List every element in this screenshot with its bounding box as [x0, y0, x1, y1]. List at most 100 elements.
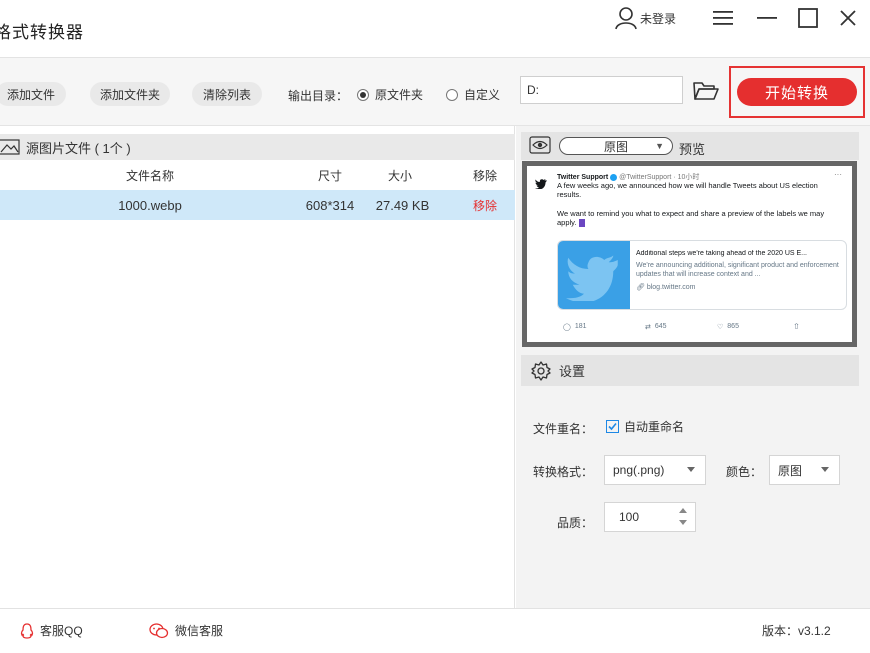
reply-icon: ◯ — [563, 324, 571, 331]
chevron-down-icon: ▼ — [655, 141, 664, 151]
stepper-up-icon[interactable] — [679, 508, 687, 513]
gear-icon — [531, 360, 551, 381]
tweet-author: Twitter Support — [557, 174, 609, 181]
tweet-text-2: We want to remind you what to expect and… — [557, 209, 825, 227]
color-select[interactable]: 原图 — [769, 455, 840, 485]
card-title: Additional steps we're taking ahead of t… — [636, 250, 808, 257]
eye-icon — [529, 136, 551, 154]
add-folder-button[interactable]: 添加文件夹 — [90, 82, 170, 106]
start-convert-button[interactable]: 开始转换 — [737, 78, 857, 106]
output-path-input[interactable] — [520, 76, 683, 104]
tweet-link-card: Additional steps we're taking ahead of t… — [557, 240, 847, 310]
menu-button[interactable] — [710, 6, 736, 30]
retweet-icon: ⇄ — [645, 324, 651, 331]
auto-rename-checkbox[interactable]: 自动重命名 — [606, 418, 684, 435]
close-button[interactable] — [835, 6, 861, 30]
menu-icon — [713, 11, 733, 25]
qq-icon — [20, 622, 34, 639]
settings-title: 设置 — [559, 364, 586, 379]
minimize-icon — [757, 17, 777, 19]
column-header-remove: 移除 — [472, 168, 497, 183]
user-icon — [615, 7, 637, 30]
file-dimensions-cell: 608*314 — [305, 197, 355, 213]
share-icon: ⇧ — [793, 322, 800, 331]
card-thumbnail — [558, 241, 630, 309]
wechat-support-label: 微信客服 — [175, 624, 224, 638]
file-name-cell: 1000.webp — [118, 197, 182, 213]
output-dir-label: 输出目录： — [288, 89, 349, 103]
quality-input[interactable] — [619, 510, 669, 524]
qq-support-link[interactable]: 客服QQ — [20, 622, 83, 639]
file-panel-header: 源图片文件 ( 1个 ) — [0, 134, 515, 160]
column-header-size[interactable]: 大小 — [370, 160, 430, 190]
format-label: 转换格式： — [533, 465, 594, 479]
table-row[interactable]: 1000.webp 608*314 27.49 KB 移除 — [0, 190, 515, 220]
color-label: 颜色： — [726, 465, 763, 479]
footer: 客服QQ 微信客服 版本：v3.1.2 — [0, 608, 870, 653]
maximize-button[interactable] — [795, 6, 821, 30]
format-select[interactable]: png(.png) — [604, 455, 706, 485]
folder-icon — [693, 82, 719, 100]
reply-count: 181 — [574, 323, 587, 330]
quality-label: 品质： — [557, 516, 594, 530]
file-size-cell: 27.49 KB — [375, 197, 430, 213]
image-icon — [0, 139, 20, 155]
verified-badge-icon — [610, 173, 618, 181]
radio-checked-indicator — [357, 88, 369, 101]
chevron-down-icon — [821, 467, 829, 472]
tweet-preview: Twitter Support @TwitterSupport · 10小时 ·… — [527, 166, 852, 342]
settings-header: 设置 — [521, 355, 859, 386]
chevron-down-icon — [687, 467, 695, 472]
file-list-panel: 源图片文件 ( 1个 ) 文件名称 尺寸 大小 移除 1000.webp 608… — [0, 126, 515, 608]
preview-label: 预览 — [679, 142, 706, 157]
stepper-down-icon[interactable] — [679, 520, 687, 525]
preview-image: Twitter Support @TwitterSupport · 10小时 ·… — [522, 161, 857, 347]
preview-header: 原图 ▼ 预览 — [521, 132, 859, 160]
quality-stepper[interactable] — [604, 502, 696, 532]
maximize-icon — [798, 8, 818, 28]
file-panel-title: 源图片文件 ( 1个 ) — [26, 140, 131, 156]
more-dots-icon: ··· — [834, 170, 842, 179]
radio-original-folder-label: 原文件夹 — [375, 88, 424, 102]
twitter-bird-icon — [535, 179, 547, 189]
minimize-button[interactable] — [754, 6, 780, 30]
wechat-support-link[interactable]: 微信客服 — [149, 622, 223, 639]
link-icon: 🔗︎ — [636, 284, 645, 291]
start-button-highlight: 开始转换 — [729, 66, 865, 118]
rename-label: 文件重名： — [533, 422, 594, 436]
qq-support-label: 客服QQ — [40, 624, 83, 638]
tweet-text-1: A few weeks ago, we announced how we wil… — [557, 181, 818, 199]
heart-icon: ♡ — [717, 324, 724, 331]
radio-custom-label: 自定义 — [464, 88, 501, 102]
login-status-label: 未登录 — [640, 11, 677, 26]
format-value: png(.png) — [613, 463, 665, 477]
add-file-button[interactable]: 添加文件 — [0, 82, 66, 106]
close-icon — [840, 10, 856, 26]
like-count: 865 — [727, 323, 739, 330]
auto-rename-label: 自动重命名 — [624, 420, 685, 434]
clear-list-button[interactable]: 清除列表 — [192, 82, 262, 106]
radio-custom[interactable]: 自定义 — [446, 86, 500, 103]
column-header-name[interactable]: 文件名称 — [30, 160, 270, 190]
card-link: blog.twitter.com — [646, 284, 696, 291]
color-value: 原图 — [778, 463, 803, 478]
twitter-logo-icon — [566, 255, 618, 301]
preview-mode-value: 原图 — [603, 139, 628, 154]
column-header-dimensions[interactable]: 尺寸 — [300, 160, 360, 190]
remove-file-link[interactable]: 移除 — [473, 197, 497, 214]
preview-mode-select[interactable]: 原图 ▼ — [559, 137, 673, 155]
checkbox-checked-icon — [606, 420, 619, 433]
tweet-handle-time: @TwitterSupport · 10小时 — [619, 174, 700, 181]
wechat-icon — [149, 622, 169, 638]
card-description: We're announcing additional, significant… — [636, 262, 839, 278]
flag-emoji-icon — [578, 219, 585, 228]
radio-unchecked-indicator — [446, 88, 458, 101]
browse-folder-button[interactable] — [692, 80, 720, 102]
login-button[interactable]: 未登录 — [614, 6, 676, 30]
retweet-count: 645 — [654, 323, 667, 330]
radio-original-folder[interactable]: 原文件夹 — [357, 86, 423, 103]
version-label: 版本：v3.1.2 — [762, 624, 831, 638]
toolbar: 添加文件 添加文件夹 清除列表 输出目录： 原文件夹 自定义 开始转换 — [0, 58, 870, 126]
app-title: 格式转换器 — [0, 23, 84, 42]
title-bar: 格式转换器 未登录 — [0, 0, 870, 58]
